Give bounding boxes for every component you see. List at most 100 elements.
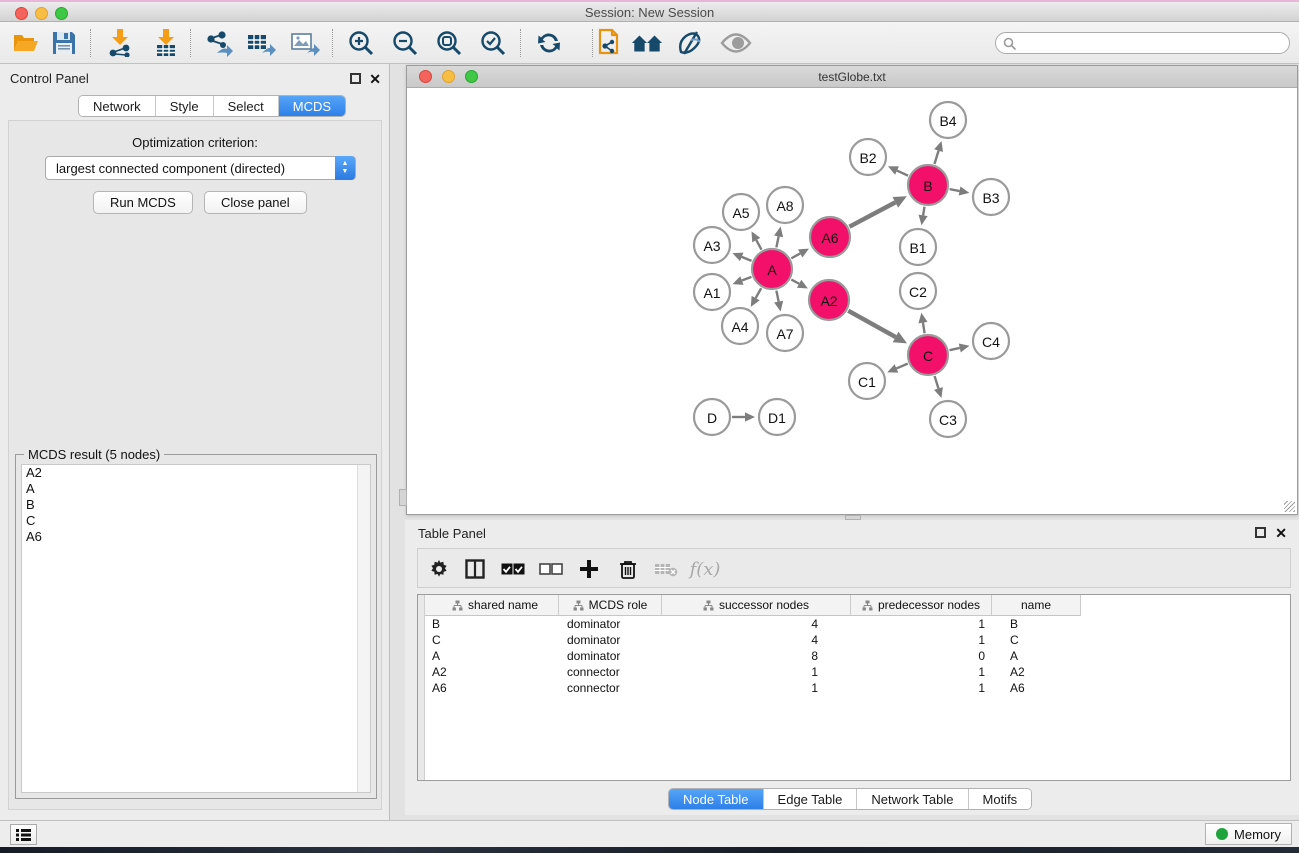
column-header-successor-nodes[interactable]: successor nodes bbox=[662, 595, 851, 615]
graph-edge[interactable] bbox=[935, 376, 939, 388]
tab-select[interactable]: Select bbox=[214, 96, 279, 116]
table-row[interactable]: A dominator 8 0 A bbox=[425, 649, 1289, 665]
resize-grip-icon[interactable] bbox=[1284, 501, 1295, 512]
table-row[interactable]: C dominator 4 1 C bbox=[425, 633, 1289, 649]
graph-edge[interactable] bbox=[742, 277, 752, 281]
result-item[interactable]: A bbox=[22, 481, 370, 497]
float-panel-icon[interactable] bbox=[350, 71, 361, 89]
table-settings-gear-icon[interactable] bbox=[424, 555, 454, 583]
selected-option: largest connected component (directed) bbox=[56, 161, 285, 176]
graph-edge-arrowhead bbox=[919, 215, 928, 226]
table-body: B dominator 4 1 B C dominator 4 1 C A do… bbox=[425, 617, 1289, 780]
tab-network-table[interactable]: Network Table bbox=[857, 789, 968, 809]
memory-button[interactable]: Memory bbox=[1205, 823, 1292, 845]
result-item[interactable]: A6 bbox=[22, 529, 370, 545]
graph-edge[interactable] bbox=[776, 291, 778, 302]
graph-edge-arrowhead bbox=[934, 141, 943, 152]
graph-node-label: A7 bbox=[776, 326, 793, 342]
import-table-icon[interactable] bbox=[150, 28, 182, 58]
toolbar-separator bbox=[332, 29, 333, 57]
zoom-out-icon[interactable] bbox=[389, 28, 421, 58]
graph-edge[interactable] bbox=[934, 151, 938, 164]
result-item[interactable]: C bbox=[22, 513, 370, 529]
mcds-result-title: MCDS result (5 nodes) bbox=[24, 447, 164, 462]
graph-edge[interactable] bbox=[776, 236, 778, 247]
graph-edge[interactable] bbox=[923, 323, 925, 334]
float-panel-icon[interactable] bbox=[1255, 525, 1266, 543]
column-header-predecessor-nodes[interactable]: predecessor nodes bbox=[851, 595, 992, 615]
function-builder-icon[interactable]: f(x) bbox=[690, 555, 720, 583]
graph-node-label: A6 bbox=[821, 230, 838, 246]
graph-edge[interactable] bbox=[849, 202, 895, 226]
deselect-all-icon[interactable] bbox=[536, 555, 566, 583]
export-network-icon[interactable] bbox=[202, 28, 234, 58]
zoom-selected-icon[interactable] bbox=[477, 28, 509, 58]
tab-style[interactable]: Style bbox=[156, 96, 214, 116]
close-panel-button[interactable]: Close panel bbox=[204, 191, 307, 214]
tab-edge-table[interactable]: Edge Table bbox=[764, 789, 858, 809]
close-panel-icon[interactable]: ✕ bbox=[1275, 525, 1287, 543]
result-item[interactable]: B bbox=[22, 497, 370, 513]
table-row[interactable]: A2 connector 1 1 A2 bbox=[425, 665, 1289, 681]
tab-network[interactable]: Network bbox=[79, 96, 156, 116]
graph-edge[interactable] bbox=[791, 280, 799, 284]
import-network-icon[interactable] bbox=[104, 28, 136, 58]
optimization-criterion-select[interactable]: largest connected component (directed) ▲… bbox=[45, 156, 356, 180]
table-panel: Table Panel ✕ bbox=[405, 520, 1299, 815]
show-columns-icon[interactable] bbox=[460, 555, 490, 583]
network-canvas[interactable]: B4B2BB3A8A5A6A3B1AC2A1A2A4A7C4CC1C3DD1 bbox=[407, 88, 1297, 514]
graph-edge[interactable] bbox=[756, 240, 761, 250]
close-panel-icon[interactable]: ✕ bbox=[369, 71, 381, 89]
eye-icon[interactable] bbox=[720, 28, 752, 58]
tab-node-table[interactable]: Node Table bbox=[669, 789, 764, 809]
graph-node-label: D bbox=[707, 410, 717, 426]
graph-node-label: D1 bbox=[768, 410, 786, 426]
network-from-selection-icon[interactable] bbox=[592, 28, 624, 58]
graph-node-label: B bbox=[923, 178, 932, 194]
task-history-button[interactable] bbox=[10, 824, 37, 845]
run-mcds-button[interactable]: Run MCDS bbox=[93, 191, 193, 214]
graph-edge[interactable] bbox=[897, 171, 908, 176]
label-toggle-icon[interactable] bbox=[675, 28, 707, 58]
result-scrollbar[interactable] bbox=[357, 465, 370, 792]
list-icon bbox=[16, 828, 31, 842]
delete-row-trash-icon[interactable] bbox=[613, 555, 643, 583]
select-all-icon[interactable] bbox=[498, 555, 528, 583]
table-toolbar: f(x) bbox=[417, 548, 1291, 588]
memory-status-icon bbox=[1216, 828, 1228, 840]
tab-mcds[interactable]: MCDS bbox=[279, 96, 345, 116]
graph-edge[interactable] bbox=[791, 253, 800, 258]
column-header-name[interactable]: name bbox=[992, 595, 1081, 615]
graph-node-label: C4 bbox=[982, 334, 1000, 350]
graph-edge[interactable] bbox=[950, 189, 960, 191]
mcds-result-list[interactable]: A2 A B C A6 bbox=[21, 464, 371, 793]
control-panel-title: Control Panel bbox=[10, 71, 89, 86]
home-icon[interactable] bbox=[631, 28, 663, 58]
result-item[interactable]: A2 bbox=[22, 465, 370, 481]
save-session-icon[interactable] bbox=[48, 28, 80, 58]
control-panel: Control Panel ✕ Network Style Select MCD… bbox=[0, 64, 390, 820]
create-column-icon[interactable] bbox=[574, 555, 604, 583]
graph-edge[interactable] bbox=[949, 348, 959, 350]
table-row[interactable]: B dominator 4 1 B bbox=[425, 617, 1289, 633]
graph-edge[interactable] bbox=[848, 311, 895, 337]
column-header-shared-name[interactable]: shared name bbox=[425, 595, 559, 615]
export-image-icon[interactable] bbox=[289, 28, 321, 58]
graph-edge[interactable] bbox=[896, 364, 907, 369]
open-session-icon[interactable] bbox=[10, 28, 42, 58]
export-table-icon[interactable] bbox=[245, 28, 277, 58]
column-header-mcds-role[interactable]: MCDS role bbox=[559, 595, 662, 615]
graph-edge-arrowhead bbox=[959, 186, 970, 195]
tab-motifs[interactable]: Motifs bbox=[969, 789, 1032, 809]
network-window-titlebar[interactable]: testGlobe.txt bbox=[407, 66, 1297, 88]
graph-edge[interactable] bbox=[923, 207, 924, 216]
zoom-in-icon[interactable] bbox=[345, 28, 377, 58]
delete-column-icon[interactable] bbox=[651, 555, 681, 583]
split-divider-grip[interactable] bbox=[399, 489, 407, 506]
search-input[interactable] bbox=[995, 32, 1290, 54]
table-row[interactable]: A6 connector 1 1 A6 bbox=[425, 681, 1289, 697]
graph-edge[interactable] bbox=[742, 257, 752, 261]
zoom-fit-icon[interactable] bbox=[433, 28, 465, 58]
refresh-icon[interactable] bbox=[533, 28, 565, 58]
graph-edge[interactable] bbox=[756, 288, 762, 298]
